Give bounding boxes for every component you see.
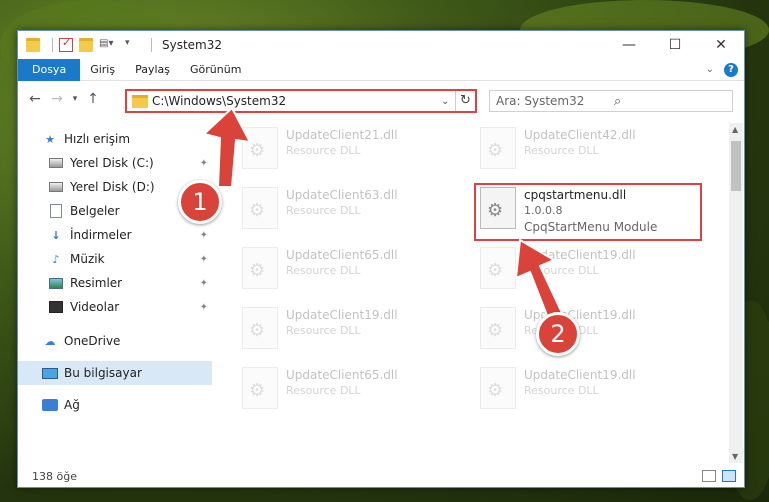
callout-badge-1: 1 bbox=[178, 180, 222, 224]
arrow-2 bbox=[514, 238, 564, 320]
arrow-1 bbox=[201, 106, 252, 188]
callout-badge-2: 2 bbox=[536, 312, 580, 356]
callout-arrows bbox=[201, 106, 564, 320]
